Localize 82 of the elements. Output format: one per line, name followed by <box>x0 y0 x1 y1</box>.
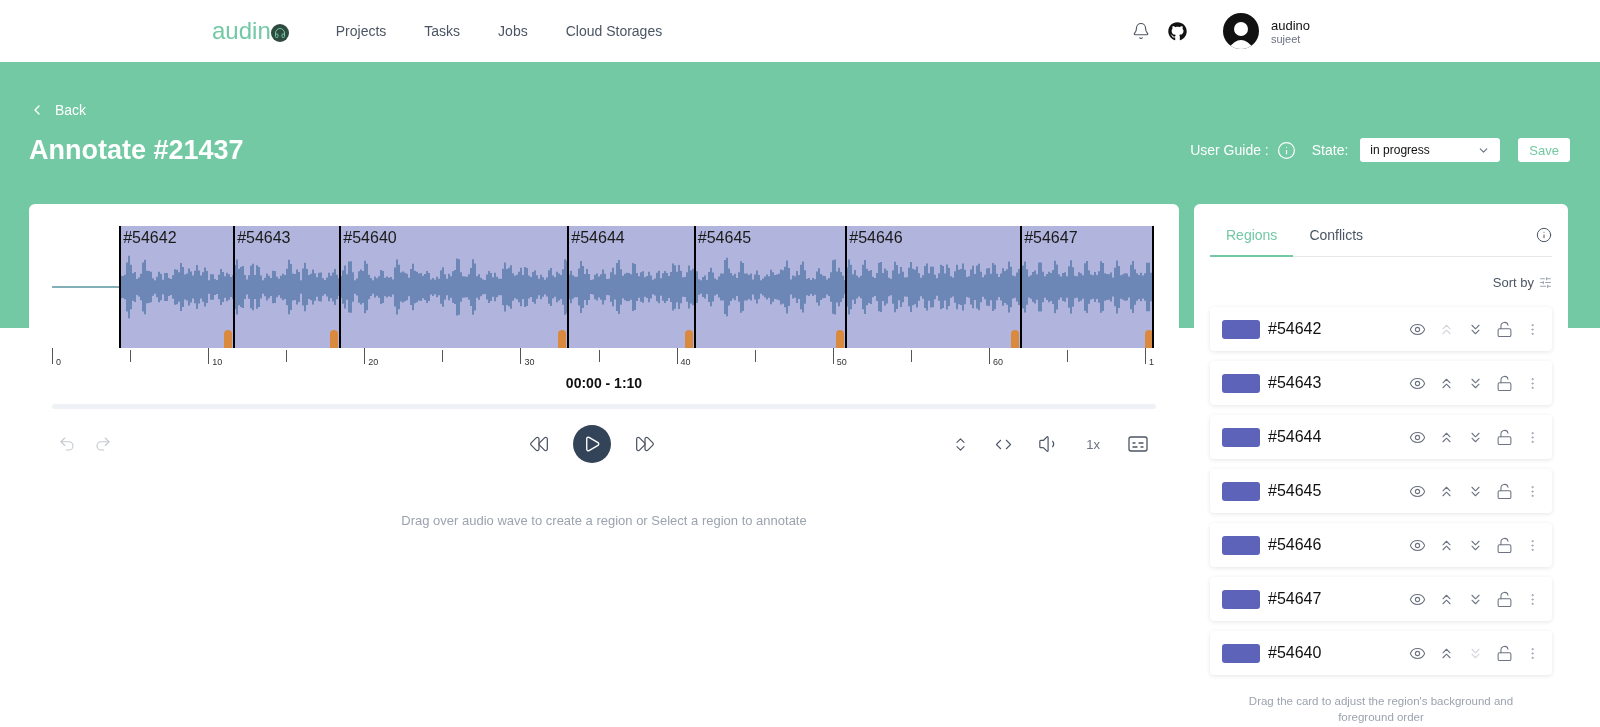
tick-label: 1 <box>1149 357 1155 367</box>
region-card[interactable]: #54643 <box>1210 361 1552 405</box>
playback-speed-button[interactable]: 1x <box>1086 436 1100 452</box>
color-swatch[interactable] <box>1222 481 1260 501</box>
play-button[interactable] <box>573 425 612 463</box>
tick-label: 20 <box>368 357 379 367</box>
region-label: #54645 <box>697 229 752 247</box>
tick-label: 0 <box>56 357 61 367</box>
unlock-icon[interactable] <box>1496 320 1513 338</box>
app-logo: audin <box>212 17 289 45</box>
play-icon <box>583 435 602 453</box>
unlock-icon[interactable] <box>1496 428 1513 446</box>
region-label: #54647 <box>1024 229 1078 247</box>
color-swatch[interactable] <box>1222 643 1260 663</box>
region-card[interactable]: #54645 <box>1210 469 1552 513</box>
unlock-icon[interactable] <box>1496 536 1513 554</box>
color-swatch[interactable] <box>1222 535 1260 555</box>
sort-label[interactable]: Sort by <box>1492 274 1534 290</box>
region-name: #54644 <box>1268 428 1322 446</box>
audio-region[interactable]: #54642 <box>119 226 234 348</box>
page-title: Annotate #21437 <box>29 134 244 166</box>
region-name: #54640 <box>1268 644 1322 662</box>
user-guide-label: User Guide : <box>1190 142 1269 158</box>
region-name: #54646 <box>1268 536 1322 554</box>
audio-region[interactable]: #54643 <box>233 226 340 348</box>
region-name: #54647 <box>1268 590 1322 608</box>
nav-link[interactable]: Projects <box>335 23 387 39</box>
region-card[interactable]: #54646 <box>1210 523 1552 567</box>
region-label: #54644 <box>571 229 625 247</box>
unlock-icon[interactable] <box>1496 644 1513 662</box>
region-label: #54642 <box>123 229 177 247</box>
nav-link[interactable]: Jobs <box>498 23 528 39</box>
state-label: State: <box>1311 142 1349 158</box>
state-dropdown[interactable]: in progress <box>1360 138 1501 162</box>
tick-label: 60 <box>992 357 1003 367</box>
color-swatch[interactable] <box>1222 427 1260 447</box>
region-handle[interactable] <box>1011 330 1020 348</box>
region-name: #54643 <box>1268 374 1322 392</box>
region-name: #54642 <box>1268 320 1322 338</box>
time-range: 00:00 - 1:10 <box>564 375 644 391</box>
info-icon[interactable] <box>1536 227 1552 243</box>
github-icon[interactable] <box>1167 21 1187 41</box>
notification-bell-icon[interactable] <box>1131 22 1150 40</box>
audio-region[interactable]: #54646 <box>845 226 1021 348</box>
region-card[interactable]: #54647 <box>1210 577 1552 621</box>
sort-icon[interactable] <box>1539 275 1552 289</box>
nav-link[interactable]: Cloud Storages <box>565 23 663 39</box>
user-name: audino <box>1270 17 1310 33</box>
region-handle[interactable] <box>836 330 845 348</box>
tick-label: 50 <box>836 357 847 367</box>
panel-tab[interactable]: Conflicts <box>1293 214 1380 257</box>
tick-label: 10 <box>212 357 223 367</box>
color-swatch[interactable] <box>1222 373 1260 393</box>
user-handle: sujeet <box>1270 32 1302 45</box>
region-card[interactable]: #54640 <box>1210 631 1552 675</box>
region-handle[interactable] <box>558 330 567 348</box>
region-card[interactable]: #54644 <box>1210 415 1552 459</box>
panel-footer-note: Drag the card to adjust the region's background and foreground order <box>1247 694 1515 726</box>
region-label: #54646 <box>849 229 903 247</box>
region-handle[interactable] <box>330 330 339 348</box>
audio-region[interactable]: #54640 <box>339 226 568 348</box>
region-handle[interactable] <box>224 330 233 348</box>
unlock-icon[interactable] <box>1496 590 1513 608</box>
rewind-icon[interactable] <box>529 434 550 454</box>
region-card[interactable]: #54642 <box>1210 307 1552 351</box>
region-label: #54640 <box>343 229 397 247</box>
audio-region[interactable]: #54645 <box>693 226 846 348</box>
region-handle[interactable] <box>684 330 693 348</box>
audio-region[interactable]: #54644 <box>567 226 694 348</box>
region-name: #54645 <box>1268 482 1322 500</box>
color-swatch[interactable] <box>1222 319 1260 339</box>
nav-link[interactable]: Tasks <box>424 23 461 39</box>
tick-label: 30 <box>524 357 535 367</box>
unlock-icon[interactable] <box>1496 374 1513 392</box>
region-label: #54643 <box>237 229 291 247</box>
color-swatch[interactable] <box>1222 589 1260 609</box>
audio-region[interactable]: #54647 <box>1020 226 1155 348</box>
fast-forward-icon[interactable] <box>635 434 656 454</box>
user-avatar[interactable] <box>1222 13 1259 49</box>
tick-label: 40 <box>680 357 691 367</box>
unlock-icon[interactable] <box>1496 482 1513 500</box>
editor-hint: Drag over audio wave to create a region or Select a region to annotate <box>400 513 808 528</box>
